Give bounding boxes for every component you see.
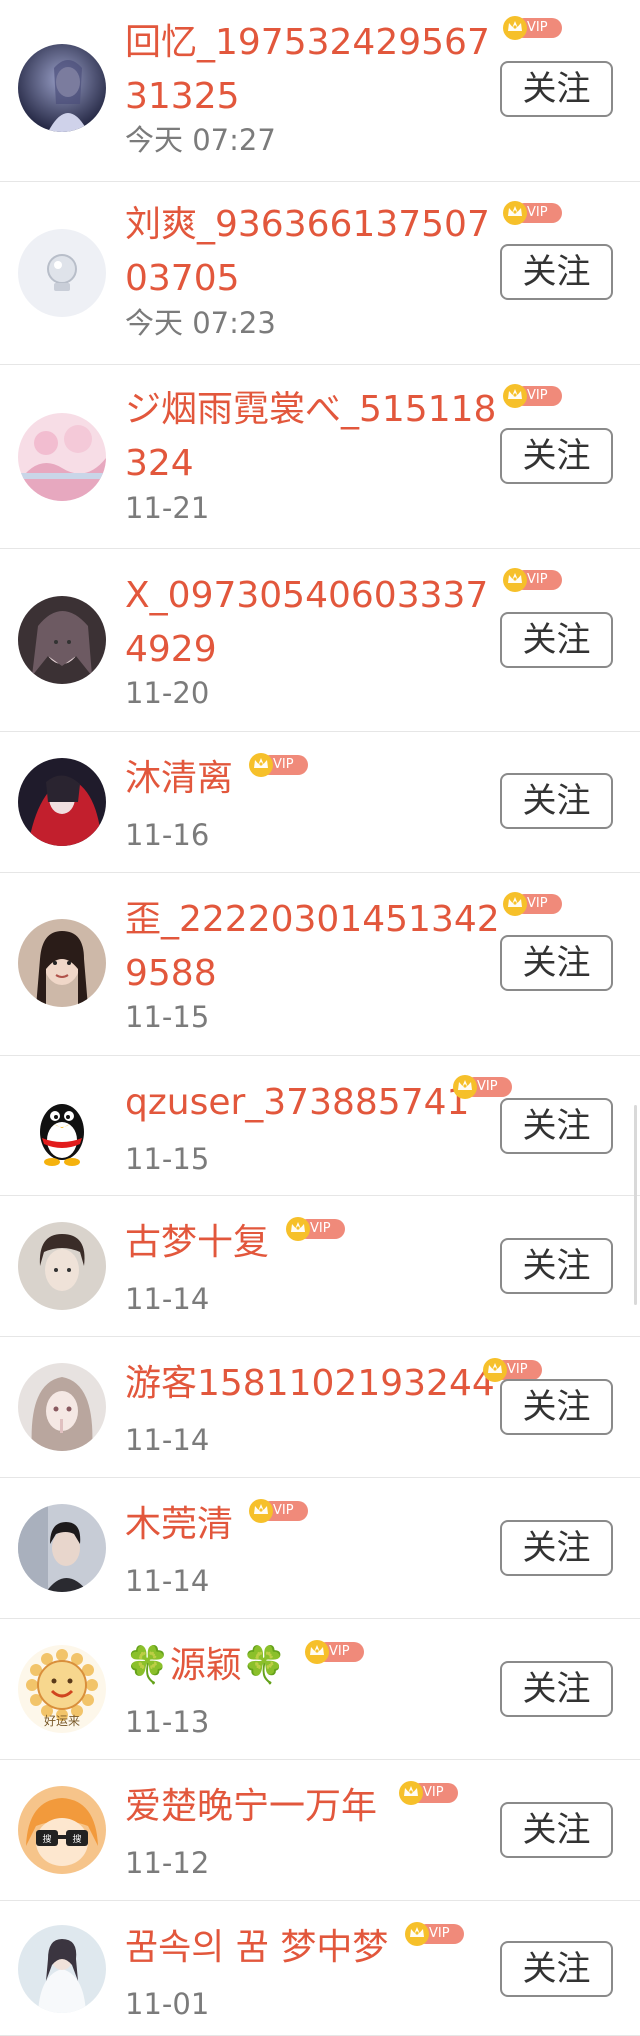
vip-badge-icon: VIP bbox=[452, 1074, 514, 1100]
list-item[interactable]: 古梦十复 VIP 11-14 关注 bbox=[0, 1196, 640, 1337]
timestamp: 11-16 bbox=[125, 818, 210, 852]
svg-text:好运来: 好运来 bbox=[44, 1714, 80, 1728]
vip-badge-label: VIP bbox=[273, 757, 294, 772]
avatar[interactable]: 搜搜 bbox=[18, 1786, 106, 1874]
list-item[interactable]: 搜搜爱楚晚宁一万年 VIP 11-12 关注 bbox=[0, 1760, 640, 1901]
vip-badge-icon: VIP bbox=[398, 1780, 460, 1806]
avatar[interactable] bbox=[18, 1925, 106, 2013]
follow-button[interactable]: 关注 bbox=[500, 1520, 613, 1576]
timestamp: 11-21 bbox=[125, 491, 210, 525]
timestamp: 11-14 bbox=[125, 1564, 210, 1598]
avatar[interactable] bbox=[18, 229, 106, 317]
list-item[interactable]: 好运来 🍀源颖🍀 VIP 11-13 关注 bbox=[0, 1619, 640, 1760]
list-item[interactable]: 游客1581102193244 VIP 11-14 关注 bbox=[0, 1337, 640, 1478]
avatar[interactable]: 好运来 bbox=[18, 1645, 106, 1733]
svg-text:搜: 搜 bbox=[72, 1833, 81, 1845]
follow-button[interactable]: 关注 bbox=[500, 1802, 613, 1858]
timestamp: 11-13 bbox=[125, 1705, 210, 1739]
username[interactable]: X_097305406033374929 bbox=[125, 569, 500, 677]
username[interactable]: qzuser_373885741 bbox=[125, 1076, 500, 1130]
vip-badge-label: VIP bbox=[527, 388, 548, 403]
follow-button[interactable]: 关注 bbox=[500, 612, 613, 668]
username[interactable]: 回忆_19753242956731325 bbox=[125, 16, 500, 124]
avatar[interactable] bbox=[18, 413, 106, 501]
vip-badge-label: VIP bbox=[423, 1785, 444, 1800]
avatar[interactable] bbox=[18, 44, 106, 132]
vip-badge-icon: VIP bbox=[502, 15, 564, 41]
vip-badge-icon: VIP bbox=[502, 567, 564, 593]
follow-button[interactable]: 关注 bbox=[500, 773, 613, 829]
avatar[interactable] bbox=[18, 1082, 106, 1170]
list-item[interactable]: 刘爽_93636613750703705 VIP 今天 07:23 关注 bbox=[0, 182, 640, 365]
follow-button[interactable]: 关注 bbox=[500, 428, 613, 484]
avatar[interactable] bbox=[18, 596, 106, 684]
vip-badge-icon: VIP bbox=[304, 1639, 366, 1665]
list-item[interactable]: ジ烟雨霓裳べ_515118324 VIP 11-21 关注 bbox=[0, 365, 640, 549]
avatar[interactable] bbox=[18, 758, 106, 846]
scrollbar[interactable] bbox=[634, 1105, 637, 1305]
vip-badge-icon: VIP bbox=[285, 1216, 347, 1242]
follow-button[interactable]: 关注 bbox=[500, 61, 613, 117]
timestamp: 11-20 bbox=[125, 676, 210, 710]
vip-badge-icon: VIP bbox=[502, 383, 564, 409]
follow-button[interactable]: 关注 bbox=[500, 935, 613, 991]
follow-button[interactable]: 关注 bbox=[500, 244, 613, 300]
username[interactable]: 沐清离 bbox=[125, 752, 500, 806]
username[interactable]: 木莞清 bbox=[125, 1498, 500, 1552]
vip-badge-label: VIP bbox=[429, 1926, 450, 1941]
vip-badge-label: VIP bbox=[273, 1503, 294, 1518]
follow-button[interactable]: 关注 bbox=[500, 1941, 613, 1997]
list-item[interactable]: 꿈속의 꿈 梦中梦 VIP 11-01 关注 bbox=[0, 1901, 640, 2036]
timestamp: 11-12 bbox=[125, 1846, 210, 1880]
timestamp: 11-14 bbox=[125, 1423, 210, 1457]
username[interactable]: 刘爽_93636613750703705 bbox=[125, 198, 500, 306]
vip-badge-label: VIP bbox=[527, 572, 548, 587]
follow-button[interactable]: 关注 bbox=[500, 1098, 613, 1154]
timestamp: 今天 07:23 bbox=[125, 306, 276, 340]
follow-button[interactable]: 关注 bbox=[500, 1661, 613, 1717]
list-item[interactable]: 回忆_19753242956731325 VIP 今天 07:27 关注 bbox=[0, 0, 640, 182]
vip-badge-label: VIP bbox=[527, 205, 548, 220]
list-item[interactable]: 沐清离 VIP 11-16 关注 bbox=[0, 732, 640, 873]
avatar[interactable] bbox=[18, 1222, 106, 1310]
vip-badge-label: VIP bbox=[507, 1362, 528, 1377]
vip-badge-icon: VIP bbox=[502, 200, 564, 226]
vip-badge-label: VIP bbox=[329, 1644, 350, 1659]
avatar[interactable] bbox=[18, 1363, 106, 1451]
svg-text:搜: 搜 bbox=[42, 1833, 51, 1845]
vip-badge-label: VIP bbox=[527, 20, 548, 35]
vip-badge-label: VIP bbox=[477, 1079, 498, 1094]
timestamp: 11-01 bbox=[125, 1987, 210, 2021]
vip-badge-icon: VIP bbox=[248, 752, 310, 778]
vip-badge-icon: VIP bbox=[248, 1498, 310, 1524]
avatar[interactable] bbox=[18, 919, 106, 1007]
list-item[interactable]: qzuser_373885741 VIP 11-15 关注 bbox=[0, 1056, 640, 1196]
list-item[interactable]: X_097305406033374929 VIP 11-20 关注 bbox=[0, 549, 640, 732]
list-item[interactable]: 歪_222203014513429588 VIP 11-15 关注 bbox=[0, 873, 640, 1056]
avatar[interactable] bbox=[18, 1504, 106, 1592]
username[interactable]: ジ烟雨霓裳べ_515118324 bbox=[125, 383, 500, 491]
vip-badge-label: VIP bbox=[527, 896, 548, 911]
follow-button[interactable]: 关注 bbox=[500, 1379, 613, 1435]
vip-badge-icon: VIP bbox=[404, 1921, 466, 1947]
timestamp: 今天 07:27 bbox=[125, 123, 276, 157]
follow-button[interactable]: 关注 bbox=[500, 1238, 613, 1294]
timestamp: 11-15 bbox=[125, 1142, 210, 1176]
vip-badge-label: VIP bbox=[310, 1221, 331, 1236]
timestamp: 11-15 bbox=[125, 1000, 210, 1034]
username[interactable]: 游客1581102193244 bbox=[125, 1357, 500, 1411]
list-item[interactable]: 木莞清 VIP 11-14 关注 bbox=[0, 1478, 640, 1619]
username[interactable]: 歪_222203014513429588 bbox=[125, 893, 500, 1001]
vip-badge-icon: VIP bbox=[502, 891, 564, 917]
timestamp: 11-14 bbox=[125, 1282, 210, 1316]
